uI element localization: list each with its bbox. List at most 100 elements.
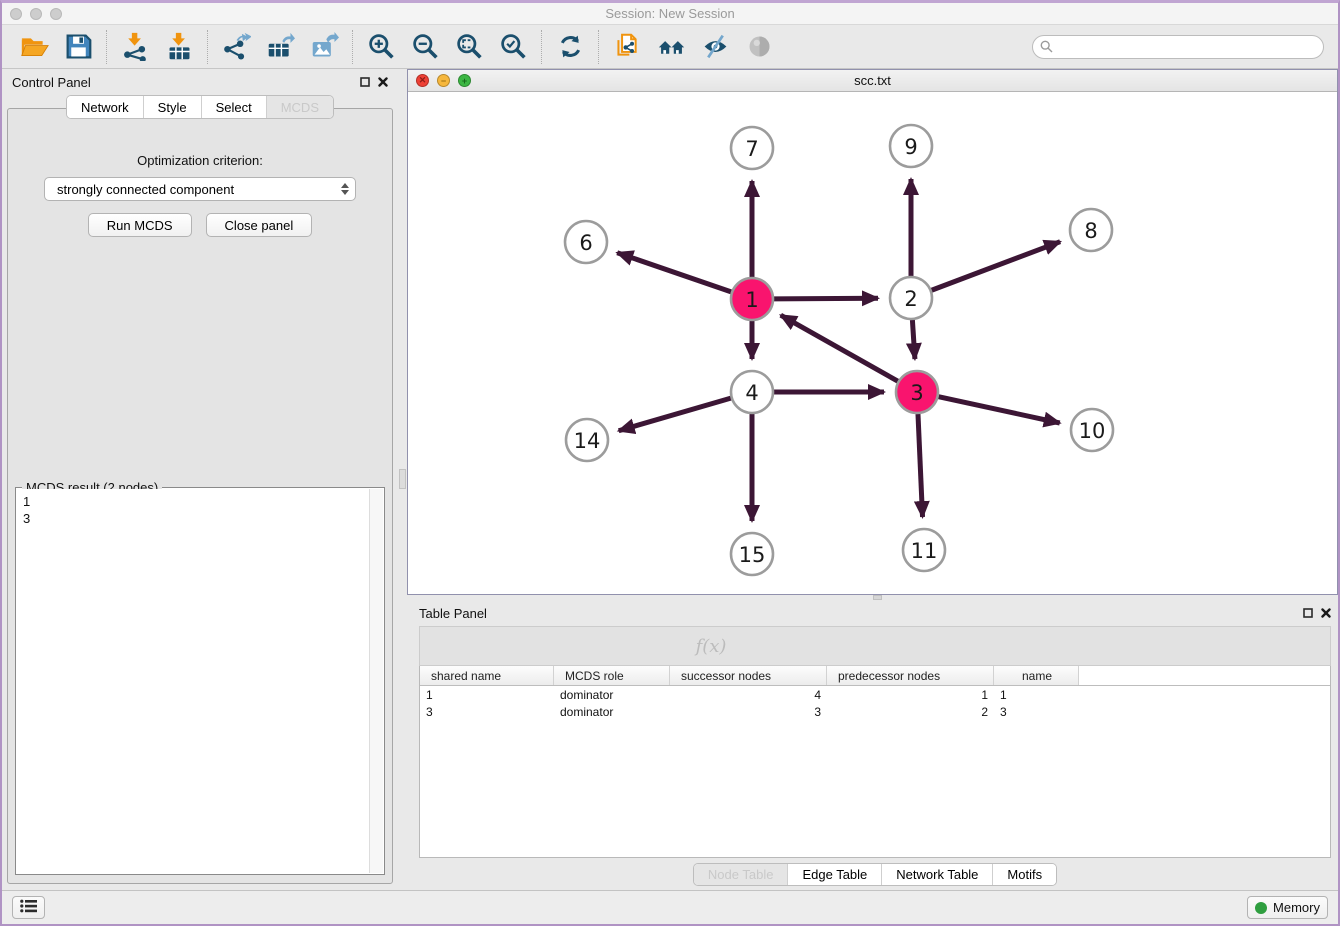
edge-4-14[interactable] [619, 398, 731, 431]
network-close-icon[interactable]: ✕ [416, 74, 429, 87]
zoom-in-button[interactable] [359, 29, 403, 65]
graph-node-15[interactable]: 15 [731, 533, 773, 575]
tab-network-table[interactable]: Network Table [882, 864, 993, 885]
import-table-button[interactable] [157, 29, 201, 65]
graph-node-10[interactable]: 10 [1071, 409, 1113, 451]
graph-node-1[interactable]: 1 [731, 278, 773, 320]
memory-button[interactable]: Memory [1247, 896, 1328, 919]
cell-shared-name[interactable]: 3 [420, 705, 554, 719]
network-maximize-icon[interactable]: + [458, 74, 471, 87]
zoom-selected-icon [499, 32, 528, 61]
export-table-button[interactable] [258, 29, 302, 65]
open-session-button[interactable] [12, 29, 56, 65]
toolbar-separator [106, 30, 107, 64]
horizontal-splitter[interactable] [407, 595, 1338, 600]
table-row[interactable]: 3dominator323 [420, 703, 1330, 720]
status-bar: Memory [2, 890, 1338, 924]
search-input[interactable] [1032, 35, 1324, 59]
network-canvas[interactable]: 7 9 6 8 1 2 4 3 14 10 15 11 [408, 92, 1337, 594]
show-graphics-details-button[interactable] [693, 29, 737, 65]
graph-node-4[interactable]: 4 [731, 371, 773, 413]
edge-1-2[interactable] [774, 298, 878, 299]
table-settings-button[interactable] [428, 630, 462, 662]
new-network-from-selection-button[interactable] [605, 29, 649, 65]
function-builder-button[interactable]: f(x) [694, 630, 728, 662]
first-neighbors-button[interactable] [649, 29, 693, 65]
search-box [1032, 35, 1324, 59]
mcds-tab-content: Optimization criterion: strongly connect… [7, 108, 393, 884]
column-header-shared-name[interactable]: shared name [420, 666, 554, 685]
criterion-dropdown[interactable]: strongly connected component [44, 177, 356, 201]
tab-network[interactable]: Network [67, 96, 144, 118]
float-panel-icon[interactable] [360, 77, 370, 87]
zoom-fit-icon [455, 32, 484, 61]
cell-predecessor-nodes[interactable]: 2 [827, 705, 994, 719]
zoom-out-button[interactable] [403, 29, 447, 65]
delete-table-button[interactable] [656, 630, 690, 662]
table-panel-title: Table Panel [419, 606, 487, 621]
edge-3-10[interactable] [938, 397, 1059, 423]
column-chooser-button[interactable] [466, 630, 500, 662]
deselect-all-columns-button[interactable] [542, 630, 576, 662]
vertical-splitter[interactable] [398, 69, 407, 890]
graph-node-8[interactable]: 8 [1070, 209, 1112, 251]
graph-node-9[interactable]: 9 [890, 125, 932, 167]
vertical-splitter-handle[interactable] [399, 469, 406, 489]
float-table-panel-icon[interactable] [1303, 608, 1313, 618]
node-table: shared nameMCDS rolesuccessor nodesprede… [419, 666, 1331, 858]
graph-node-3[interactable]: 3 [896, 371, 938, 413]
add-column-button[interactable] [580, 630, 614, 662]
tab-node-table[interactable]: Node Table [694, 864, 789, 885]
close-panel-icon[interactable] [378, 77, 388, 87]
result-scrollbar[interactable] [369, 489, 383, 873]
tab-style[interactable]: Style [144, 96, 202, 118]
tab-motifs[interactable]: Motifs [993, 864, 1056, 885]
edge-1-6[interactable] [617, 253, 731, 292]
column-header-name[interactable]: name [994, 666, 1079, 685]
edge-3-1[interactable] [781, 315, 898, 381]
export-network-button[interactable] [214, 29, 258, 65]
save-session-button[interactable] [56, 29, 100, 65]
tab-mcds[interactable]: MCDS [267, 96, 333, 118]
tab-select[interactable]: Select [202, 96, 267, 118]
network-graph[interactable]: 7 9 6 8 1 2 4 3 14 10 15 11 [408, 92, 1340, 593]
cell-MCDS-role[interactable]: dominator [554, 705, 670, 719]
graph-node-6[interactable]: 6 [565, 221, 607, 263]
select-all-columns-button[interactable] [504, 630, 538, 662]
close-panel-button[interactable]: Close panel [206, 213, 313, 237]
import-network-button[interactable] [113, 29, 157, 65]
delete-column-button[interactable] [618, 630, 652, 662]
column-header-MCDS-role[interactable]: MCDS role [554, 666, 670, 685]
graph-node-7[interactable]: 7 [731, 127, 773, 169]
zoom-fit-button[interactable] [447, 29, 491, 65]
optimization-criterion-label: Optimization criterion: [8, 153, 392, 168]
close-table-panel-icon[interactable] [1321, 608, 1331, 618]
refresh-view-button[interactable] [548, 29, 592, 65]
graph-node-14[interactable]: 14 [566, 419, 608, 461]
cell-successor-nodes[interactable]: 3 [670, 705, 827, 719]
column-header-predecessor-nodes[interactable]: predecessor nodes [827, 666, 994, 685]
cell-shared-name[interactable]: 1 [420, 688, 554, 702]
horizontal-splitter-handle[interactable] [873, 595, 882, 600]
tab-edge-table[interactable]: Edge Table [788, 864, 882, 885]
hide-graphics-details-button[interactable] [737, 29, 781, 65]
edge-2-8[interactable] [932, 242, 1061, 291]
svg-text:3: 3 [910, 381, 923, 405]
network-minimize-icon[interactable]: − [437, 74, 450, 87]
cell-successor-nodes[interactable]: 4 [670, 688, 827, 702]
column-header-successor-nodes[interactable]: successor nodes [670, 666, 827, 685]
cell-name[interactable]: 3 [994, 705, 1079, 719]
graph-node-2[interactable]: 2 [890, 277, 932, 319]
cell-MCDS-role[interactable]: dominator [554, 688, 670, 702]
edge-2-3[interactable] [912, 320, 914, 359]
toolbar-separator [541, 30, 542, 64]
cell-name[interactable]: 1 [994, 688, 1079, 702]
run-mcds-button[interactable]: Run MCDS [88, 213, 192, 237]
task-history-button[interactable] [12, 896, 45, 919]
table-row[interactable]: 1dominator411 [420, 686, 1330, 703]
graph-node-11[interactable]: 11 [903, 529, 945, 571]
edge-3-11[interactable] [918, 414, 923, 517]
zoom-selected-button[interactable] [491, 29, 535, 65]
export-image-button[interactable] [302, 29, 346, 65]
cell-predecessor-nodes[interactable]: 1 [827, 688, 994, 702]
